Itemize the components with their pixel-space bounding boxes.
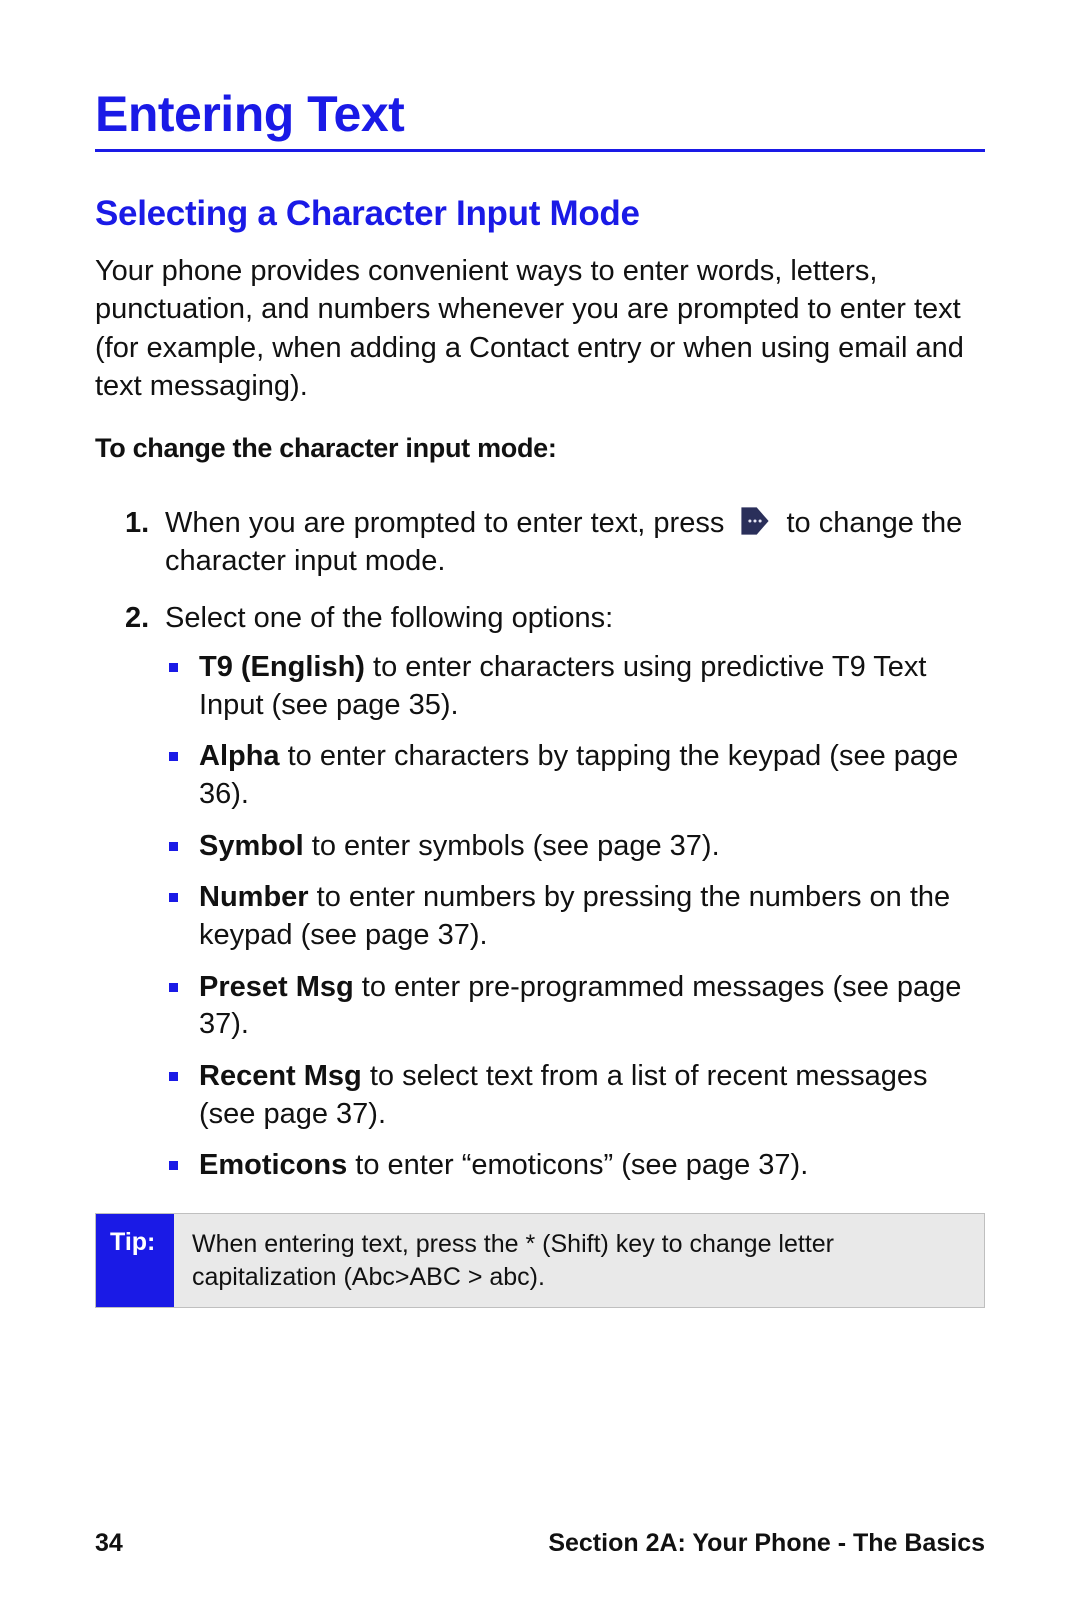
page-title: Entering Text	[95, 85, 985, 143]
step-number: 2.	[125, 599, 149, 637]
option-desc: to enter symbols (see page 37).	[304, 830, 720, 862]
option-name: Symbol	[199, 830, 304, 862]
step-1-text: When you are prompted to enter text, pre…	[165, 507, 962, 577]
right-key-icon	[738, 504, 772, 538]
option-symbol: Symbol to enter symbols (see page 37).	[165, 828, 985, 866]
option-desc: to enter numbers by pressing the numbers…	[199, 881, 950, 951]
section-heading: Selecting a Character Input Mode	[95, 194, 985, 234]
tip-text: When entering text, press the * (Shift) …	[174, 1214, 984, 1307]
procedure-steps: 1. When you are prompted to enter text, …	[95, 504, 985, 1185]
tip-label: Tip:	[96, 1214, 174, 1307]
option-name: Emoticons	[199, 1149, 347, 1181]
step-1-pre: When you are prompted to enter text, pre…	[165, 507, 732, 539]
option-t9: T9 (English) to enter characters using p…	[165, 649, 985, 724]
section-reference: Section 2A: Your Phone - The Basics	[548, 1529, 985, 1558]
option-name: Preset Msg	[199, 971, 354, 1003]
tip-box: Tip: When entering text, press the * (Sh…	[95, 1213, 985, 1308]
title-rule	[95, 149, 985, 152]
procedure-label: To change the character input mode:	[95, 433, 985, 464]
option-desc: to enter characters by tapping the keypa…	[199, 740, 958, 810]
option-name: T9 (English)	[199, 651, 365, 683]
step-1: 1. When you are prompted to enter text, …	[95, 504, 985, 581]
page-number: 34	[95, 1529, 123, 1558]
option-number: Number to enter numbers by pressing the …	[165, 879, 985, 954]
option-desc: to enter “emoticons” (see page 37).	[347, 1149, 808, 1181]
step-2-text: Select one of the following options:	[165, 602, 613, 634]
intro-paragraph: Your phone provides convenient ways to e…	[95, 252, 985, 405]
step-number: 1.	[125, 504, 149, 542]
option-alpha: Alpha to enter characters by tapping the…	[165, 738, 985, 813]
option-emoticons: Emoticons to enter “emoticons” (see page…	[165, 1147, 985, 1185]
option-name: Alpha	[199, 740, 280, 772]
manual-page: Entering Text Selecting a Character Inpu…	[0, 0, 1080, 1620]
option-name: Number	[199, 881, 309, 913]
option-name: Recent Msg	[199, 1060, 362, 1092]
options-list: T9 (English) to enter characters using p…	[165, 649, 985, 1185]
page-footer: 34 Section 2A: Your Phone - The Basics	[95, 1529, 985, 1558]
option-preset-msg: Preset Msg to enter pre-programmed messa…	[165, 969, 985, 1044]
option-recent-msg: Recent Msg to select text from a list of…	[165, 1058, 985, 1133]
step-2: 2. Select one of the following options: …	[95, 599, 985, 1186]
